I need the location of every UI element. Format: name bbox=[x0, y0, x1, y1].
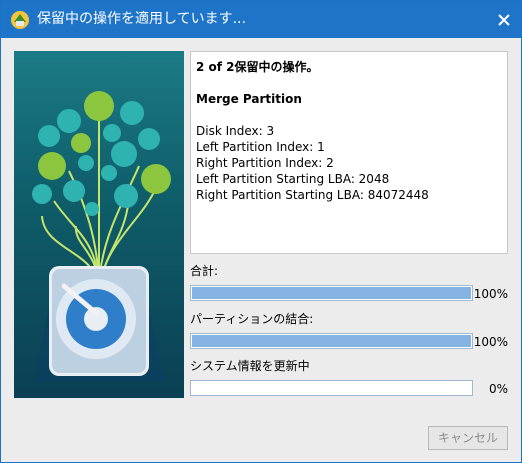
cancel-button[interactable]: キャンセル bbox=[428, 426, 508, 450]
operation-info-panel: 2 of 2保留中の操作。 Merge Partition Disk Index… bbox=[190, 51, 508, 254]
operation-name: Merge Partition bbox=[196, 92, 302, 106]
total-progress-bar bbox=[190, 285, 473, 301]
detail-line: Right Partition Index: 2 bbox=[196, 156, 334, 170]
dialog-title: 保留中の操作を適用しています... bbox=[37, 11, 246, 27]
merge-progress-bar bbox=[190, 333, 473, 349]
system-info-progress-label: システム情報を更新中 bbox=[190, 359, 310, 373]
merge-progress-percent: 100% bbox=[473, 335, 508, 349]
apply-pending-operations-dialog: 保留中の操作を適用しています... 2 of 2保留中の操作。 Merge Pa… bbox=[0, 0, 522, 463]
illustration-panel bbox=[14, 51, 184, 398]
detail-line: Left Partition Starting LBA: 2048 bbox=[196, 172, 390, 186]
app-icon bbox=[11, 11, 29, 29]
close-icon[interactable] bbox=[493, 9, 515, 31]
detail-line: Disk Index: 3 bbox=[196, 124, 275, 138]
merge-progress-label: パーティションの結合: bbox=[190, 312, 314, 326]
progress-fill bbox=[192, 335, 471, 347]
detail-line: Right Partition Starting LBA: 84072448 bbox=[196, 188, 429, 202]
operation-details: Disk Index: 3 Left Partition Index: 1 Ri… bbox=[196, 123, 502, 203]
hard-drive-icon bbox=[32, 91, 171, 381]
total-progress-label: 合計: bbox=[190, 264, 219, 278]
total-progress-percent: 100% bbox=[473, 287, 508, 301]
detail-line: Left Partition Index: 1 bbox=[196, 140, 325, 154]
system-info-progress-percent: 0% bbox=[488, 382, 508, 396]
dialog-titlebar: 保留中の操作を適用しています... bbox=[1, 1, 521, 38]
operation-count: 2 of 2保留中の操作。 bbox=[196, 60, 319, 74]
system-info-progress-bar bbox=[190, 380, 473, 396]
progress-fill bbox=[192, 287, 471, 299]
